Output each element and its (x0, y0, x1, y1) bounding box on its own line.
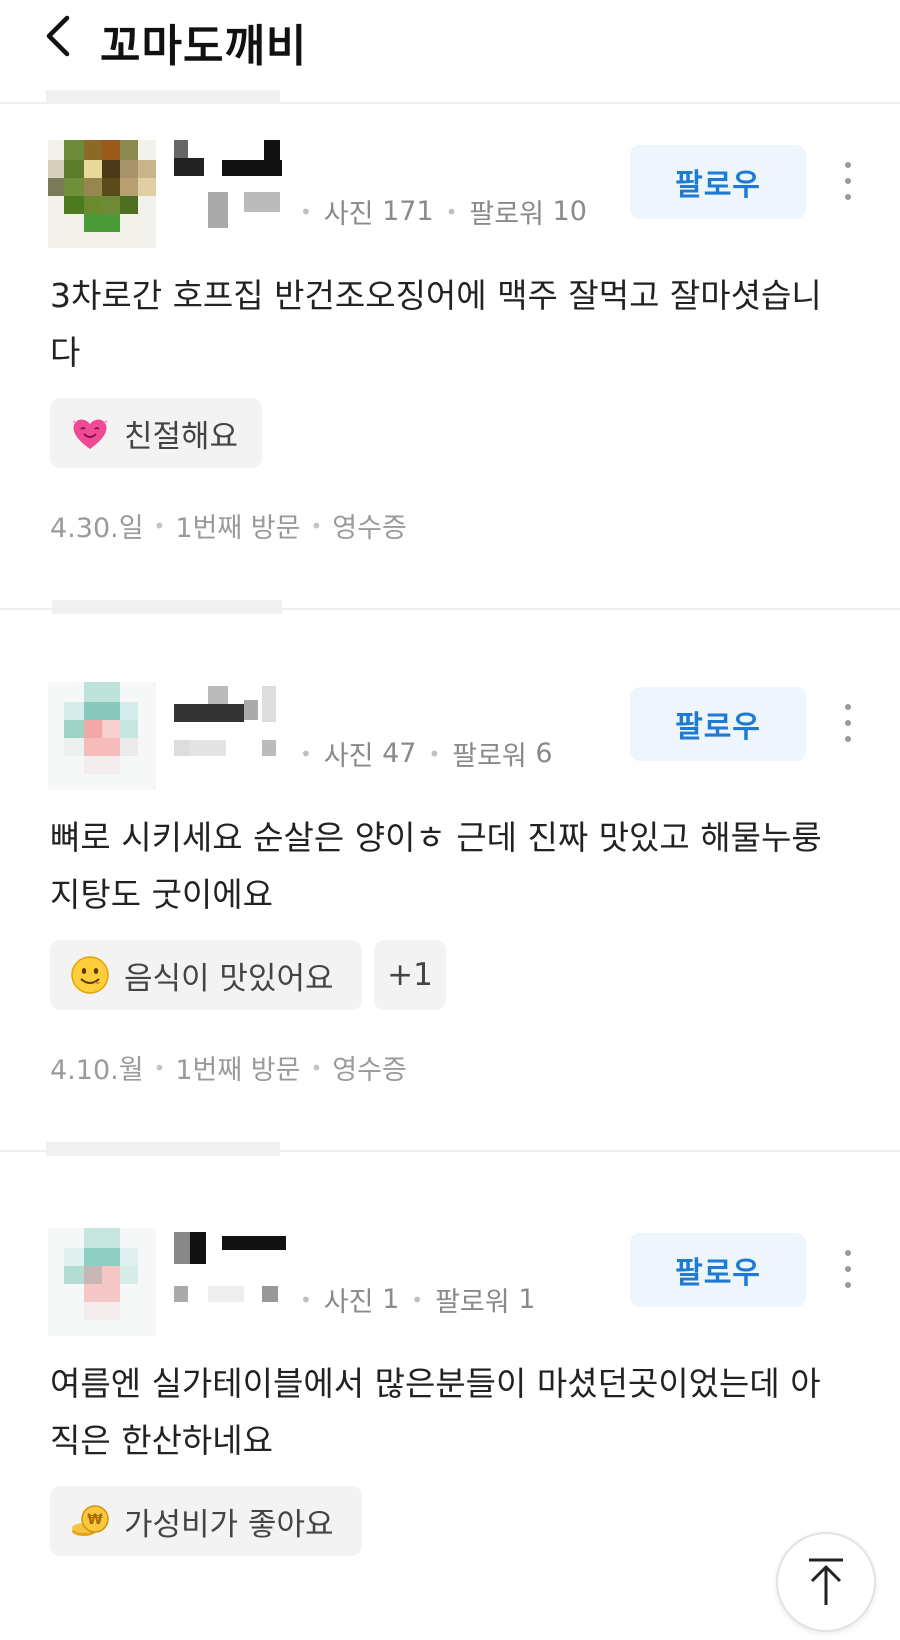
back-button[interactable] (38, 8, 78, 64)
top-bar: 꼬마도깨비 (0, 0, 900, 104)
svg-text:₩: ₩ (87, 1512, 103, 1528)
visit-meta: 4.10.월 • 1번째 방문 • 영수증 (50, 1055, 407, 1086)
keyword-tag: 음식이 맛있어요 (50, 940, 362, 1010)
review-card: • 사진 1 • 팔로워 1 팔로우 여름엔 실가테이블에서 많은분들이 마셨던… (0, 1192, 900, 1640)
review-text: 뼈로 시키세요 순살은 양이ㅎ 근데 진짜 맛있고 해물누룽지탕도 굿이에요 (50, 818, 822, 914)
heart-smile-icon (72, 419, 108, 449)
review-text: 3차로간 호프집 반건조오징어에 맥주 잘먹고 잘마셧습니다 (50, 276, 822, 372)
review-card: • 사진 47 • 팔로워 6 팔로우 뼈로 시키세요 순살은 양이ㅎ 근데 진… (0, 646, 900, 1150)
avatar[interactable] (48, 1228, 156, 1336)
user-stats: • 사진 47 • 팔로워 6 (300, 738, 553, 772)
scroll-top-button[interactable] (776, 1532, 876, 1632)
blurred-strip (52, 600, 282, 614)
yum-face-icon (71, 956, 109, 994)
visit-meta: 4.30.일 • 1번째 방문 • 영수증 (50, 513, 407, 544)
keyword-tag: ₩ 가성비가 좋아요 (50, 1486, 362, 1556)
coin-icon: ₩ (72, 1505, 109, 1536)
more-tags-badge[interactable]: +1 (374, 940, 446, 1010)
keyword-tag: 친절해요 (50, 398, 262, 468)
user-stats: • 사진 1 • 팔로워 1 (300, 1284, 536, 1318)
follow-button[interactable]: 팔로우 (630, 687, 806, 761)
follow-button[interactable]: 팔로우 (630, 145, 806, 219)
arrow-up-icon (809, 1558, 843, 1605)
blurred-strip (46, 90, 280, 102)
user-stats: • 사진 171 • 팔로워 10 (300, 196, 587, 230)
review-text: 여름엔 실가테이블에서 많은분들이 마셨던곳이었는데 아직은 한산하네요 (50, 1364, 821, 1460)
follow-button[interactable]: 팔로우 (630, 1233, 806, 1307)
avatar[interactable] (48, 140, 156, 248)
page-title: 꼬마도깨비 (100, 21, 308, 72)
more-vertical-icon[interactable] (836, 698, 860, 748)
review-card: • 사진 171 • 팔로워 10 팔로우 3차로간 호프집 반건조오징어에 맥… (0, 104, 900, 608)
chevron-left-icon (46, 15, 70, 57)
blurred-strip (46, 1142, 280, 1156)
more-vertical-icon[interactable] (836, 1244, 860, 1294)
more-vertical-icon[interactable] (836, 156, 860, 206)
avatar[interactable] (48, 682, 156, 790)
